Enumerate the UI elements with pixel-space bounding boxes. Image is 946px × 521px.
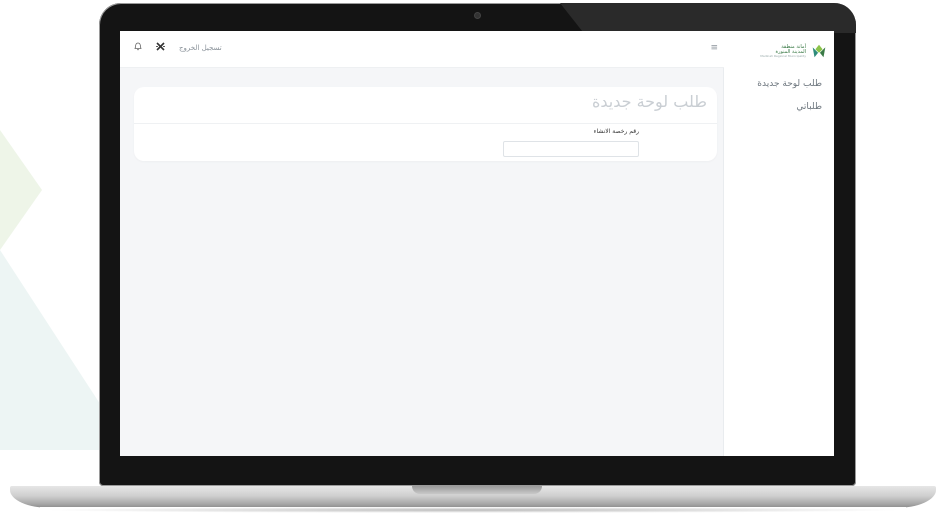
laptop-screen: أمانة منطقة المدينة المنورة Madinah Regi…: [120, 31, 834, 456]
hamburger-icon[interactable]: ≡: [710, 43, 718, 53]
sidebar-item-new-plate-request[interactable]: طلب لوحة جديدة: [757, 79, 822, 89]
fullscreen-icon-svg: [156, 42, 165, 51]
background-triangle-shape: [0, 130, 42, 250]
card-divider: [134, 123, 717, 124]
brand-logo[interactable]: أمانة منطقة المدينة المنورة Madinah Regi…: [748, 39, 828, 63]
new-plate-request-card: طلب لوحة جديدة رقم رخصة الانشاء: [134, 87, 717, 161]
page-title: طلب لوحة جديدة: [591, 92, 707, 111]
bell-icon-svg: [134, 42, 142, 51]
logo-text: أمانة منطقة المدينة المنورة Madinah Regi…: [760, 44, 806, 58]
permit-number-label: رقم رخصة الانشاء: [593, 128, 639, 135]
laptop-shadow: [40, 507, 906, 513]
laptop-notch: [412, 486, 542, 494]
logo-leaf-icon: [812, 44, 826, 58]
sidebar: أمانة منطقة المدينة المنورة Madinah Regi…: [723, 31, 834, 456]
sidebar-item-my-requests[interactable]: طلباتي: [757, 102, 822, 112]
webcam-icon: [475, 13, 480, 18]
topbar-actions: تسجيل الخروج: [134, 42, 222, 54]
bell-icon[interactable]: [134, 42, 142, 54]
laptop-lid-reflection: [560, 3, 856, 33]
logout-link[interactable]: تسجيل الخروج: [179, 44, 222, 52]
fullscreen-icon[interactable]: [156, 42, 165, 54]
permit-number-input[interactable]: [503, 141, 639, 157]
sidebar-nav: طلب لوحة جديدة طلباتي: [757, 79, 822, 125]
logo-name-line3: Madinah Regional Municipality: [760, 53, 806, 58]
top-bar: ≡ تسجيل الخروج: [120, 31, 724, 68]
